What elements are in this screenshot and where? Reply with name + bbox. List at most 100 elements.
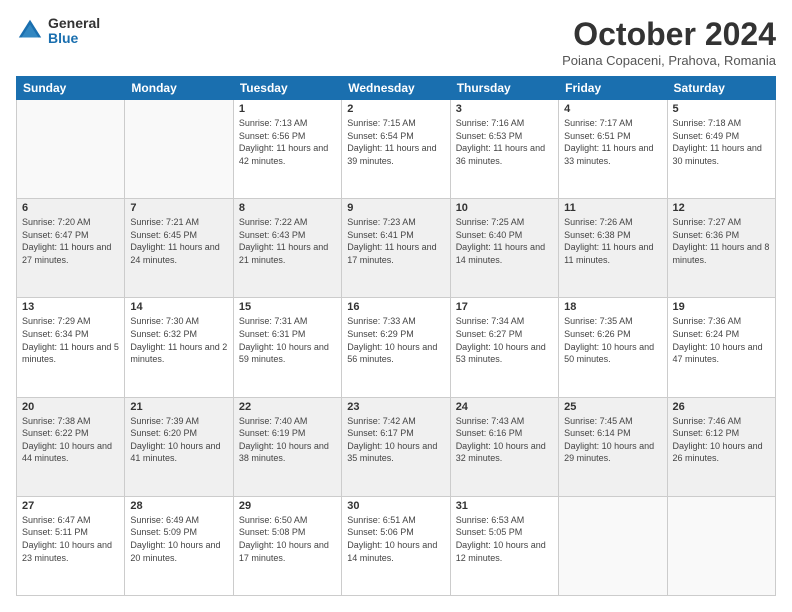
table-row: 3 Sunrise: 7:16 AM Sunset: 6:53 PM Daylig… xyxy=(450,100,558,199)
day-info: Sunrise: 7:33 AM Sunset: 6:29 PM Dayligh… xyxy=(347,315,444,365)
col-thursday: Thursday xyxy=(450,77,558,100)
day-info: Sunrise: 7:38 AM Sunset: 6:22 PM Dayligh… xyxy=(22,415,119,465)
day-number: 4 xyxy=(564,103,661,115)
table-row: 6 Sunrise: 7:20 AM Sunset: 6:47 PM Daylig… xyxy=(17,199,125,298)
location: Poiana Copaceni, Prahova, Romania xyxy=(562,53,776,68)
table-row: 27 Sunrise: 6:47 AM Sunset: 5:11 PM Dayli… xyxy=(17,496,125,595)
logo-blue-text: Blue xyxy=(48,31,100,46)
calendar-table: Sunday Monday Tuesday Wednesday Thursday… xyxy=(16,76,776,596)
day-info: Sunrise: 7:15 AM Sunset: 6:54 PM Dayligh… xyxy=(347,117,444,167)
col-monday: Monday xyxy=(125,77,233,100)
table-row: 4 Sunrise: 7:17 AM Sunset: 6:51 PM Daylig… xyxy=(559,100,667,199)
calendar-week-row: 1Sunrise: 7:13 AM Sunset: 6:56 PM Daylig… xyxy=(17,100,776,199)
day-number: 26 xyxy=(673,401,770,413)
day-number: 18 xyxy=(564,301,661,313)
day-info: Sunrise: 7:34 AM Sunset: 6:27 PM Dayligh… xyxy=(456,315,553,365)
calendar-week-row: 13 Sunrise: 7:29 AM Sunset: 6:34 PM Dayli… xyxy=(17,298,776,397)
day-info: Sunrise: 7:18 AM Sunset: 6:49 PM Dayligh… xyxy=(673,117,770,167)
day-number: 9 xyxy=(347,202,444,214)
day-info: Sunrise: 6:50 AM Sunset: 5:08 PM Dayligh… xyxy=(239,514,336,564)
day-info: Sunrise: 7:36 AM Sunset: 6:24 PM Dayligh… xyxy=(673,315,770,365)
day-number: 5 xyxy=(673,103,770,115)
day-info: Sunrise: 7:23 AM Sunset: 6:41 PM Dayligh… xyxy=(347,216,444,266)
table-row: 20 Sunrise: 7:38 AM Sunset: 6:22 PM Dayli… xyxy=(17,397,125,496)
day-info: Sunrise: 7:26 AM Sunset: 6:38 PM Dayligh… xyxy=(564,216,661,266)
day-info: Sunrise: 7:16 AM Sunset: 6:53 PM Dayligh… xyxy=(456,117,553,167)
day-info: Sunrise: 7:42 AM Sunset: 6:17 PM Dayligh… xyxy=(347,415,444,465)
day-number: 12 xyxy=(673,202,770,214)
table-row xyxy=(559,496,667,595)
table-row: 15Sunrise: 7:31 AM Sunset: 6:31 PM Dayli… xyxy=(233,298,341,397)
day-number: 14 xyxy=(130,301,227,313)
table-row: 24 Sunrise: 7:43 AM Sunset: 6:16 PM Dayli… xyxy=(450,397,558,496)
day-info: Sunrise: 7:22 AM Sunset: 6:43 PM Dayligh… xyxy=(239,216,336,266)
table-row: 17 Sunrise: 7:34 AM Sunset: 6:27 PM Dayli… xyxy=(450,298,558,397)
table-row: 22Sunrise: 7:40 AM Sunset: 6:19 PM Dayli… xyxy=(233,397,341,496)
day-info: Sunrise: 7:46 AM Sunset: 6:12 PM Dayligh… xyxy=(673,415,770,465)
col-wednesday: Wednesday xyxy=(342,77,450,100)
table-row: 23 Sunrise: 7:42 AM Sunset: 6:17 PM Dayli… xyxy=(342,397,450,496)
col-tuesday: Tuesday xyxy=(233,77,341,100)
table-row: 29 Sunrise: 6:50 AM Sunset: 5:08 PM Dayli… xyxy=(233,496,341,595)
col-saturday: Saturday xyxy=(667,77,775,100)
day-number: 19 xyxy=(673,301,770,313)
day-info: Sunrise: 7:45 AM Sunset: 6:14 PM Dayligh… xyxy=(564,415,661,465)
day-info: Sunrise: 7:29 AM Sunset: 6:34 PM Dayligh… xyxy=(22,315,119,365)
day-number: 13 xyxy=(22,301,119,313)
day-number: 3 xyxy=(456,103,553,115)
day-info: Sunrise: 7:21 AM Sunset: 6:45 PM Dayligh… xyxy=(130,216,227,266)
day-number: 16 xyxy=(347,301,444,313)
day-info: Sunrise: 7:27 AM Sunset: 6:36 PM Dayligh… xyxy=(673,216,770,266)
day-info: Sunrise: 7:40 AM Sunset: 6:19 PM Dayligh… xyxy=(239,415,336,465)
table-row: 30Sunrise: 6:51 AM Sunset: 5:06 PM Dayli… xyxy=(342,496,450,595)
day-number: 28 xyxy=(130,500,227,512)
calendar-week-row: 27 Sunrise: 6:47 AM Sunset: 5:11 PM Dayli… xyxy=(17,496,776,595)
table-row xyxy=(667,496,775,595)
day-number: 23 xyxy=(347,401,444,413)
day-info: Sunrise: 7:25 AM Sunset: 6:40 PM Dayligh… xyxy=(456,216,553,266)
table-row: 11 Sunrise: 7:26 AM Sunset: 6:38 PM Dayli… xyxy=(559,199,667,298)
table-row: 7 Sunrise: 7:21 AM Sunset: 6:45 PM Daylig… xyxy=(125,199,233,298)
col-friday: Friday xyxy=(559,77,667,100)
table-row: 5 Sunrise: 7:18 AM Sunset: 6:49 PM Daylig… xyxy=(667,100,775,199)
day-info: Sunrise: 7:17 AM Sunset: 6:51 PM Dayligh… xyxy=(564,117,661,167)
day-number: 27 xyxy=(22,500,119,512)
day-info: Sunrise: 7:43 AM Sunset: 6:16 PM Dayligh… xyxy=(456,415,553,465)
day-info: Sunrise: 6:47 AM Sunset: 5:11 PM Dayligh… xyxy=(22,514,119,564)
table-row: 19 Sunrise: 7:36 AM Sunset: 6:24 PM Dayli… xyxy=(667,298,775,397)
table-row: 12 Sunrise: 7:27 AM Sunset: 6:36 PM Dayli… xyxy=(667,199,775,298)
day-number: 6 xyxy=(22,202,119,214)
day-number: 10 xyxy=(456,202,553,214)
day-number: 11 xyxy=(564,202,661,214)
day-number: 24 xyxy=(456,401,553,413)
page: General Blue October 2024 Poiana Copacen… xyxy=(0,0,792,612)
table-row: 14 Sunrise: 7:30 AM Sunset: 6:32 PM Dayli… xyxy=(125,298,233,397)
day-info: Sunrise: 7:20 AM Sunset: 6:47 PM Dayligh… xyxy=(22,216,119,266)
logo: General Blue xyxy=(16,16,100,47)
table-row: 26 Sunrise: 7:46 AM Sunset: 6:12 PM Dayli… xyxy=(667,397,775,496)
day-number: 29 xyxy=(239,500,336,512)
day-number: 20 xyxy=(22,401,119,413)
day-info: Sunrise: 7:39 AM Sunset: 6:20 PM Dayligh… xyxy=(130,415,227,465)
day-info: Sunrise: 6:53 AM Sunset: 5:05 PM Dayligh… xyxy=(456,514,553,564)
table-row: 31Sunrise: 6:53 AM Sunset: 5:05 PM Dayli… xyxy=(450,496,558,595)
table-row xyxy=(125,100,233,199)
day-number: 1 xyxy=(239,103,336,115)
day-number: 15 xyxy=(239,301,336,313)
table-row xyxy=(17,100,125,199)
table-row: 28Sunrise: 6:49 AM Sunset: 5:09 PM Dayli… xyxy=(125,496,233,595)
table-row: 25Sunrise: 7:45 AM Sunset: 6:14 PM Dayli… xyxy=(559,397,667,496)
calendar-week-row: 20 Sunrise: 7:38 AM Sunset: 6:22 PM Dayli… xyxy=(17,397,776,496)
logo-general-text: General xyxy=(48,16,100,31)
table-row: 1Sunrise: 7:13 AM Sunset: 6:56 PM Daylig… xyxy=(233,100,341,199)
month-title: October 2024 xyxy=(562,16,776,53)
day-number: 17 xyxy=(456,301,553,313)
day-info: Sunrise: 7:30 AM Sunset: 6:32 PM Dayligh… xyxy=(130,315,227,365)
table-row: 13 Sunrise: 7:29 AM Sunset: 6:34 PM Dayli… xyxy=(17,298,125,397)
title-area: October 2024 Poiana Copaceni, Prahova, R… xyxy=(562,16,776,68)
table-row: 10 Sunrise: 7:25 AM Sunset: 6:40 PM Dayli… xyxy=(450,199,558,298)
col-sunday: Sunday xyxy=(17,77,125,100)
header: General Blue October 2024 Poiana Copacen… xyxy=(16,16,776,68)
day-number: 7 xyxy=(130,202,227,214)
table-row: 2Sunrise: 7:15 AM Sunset: 6:54 PM Daylig… xyxy=(342,100,450,199)
